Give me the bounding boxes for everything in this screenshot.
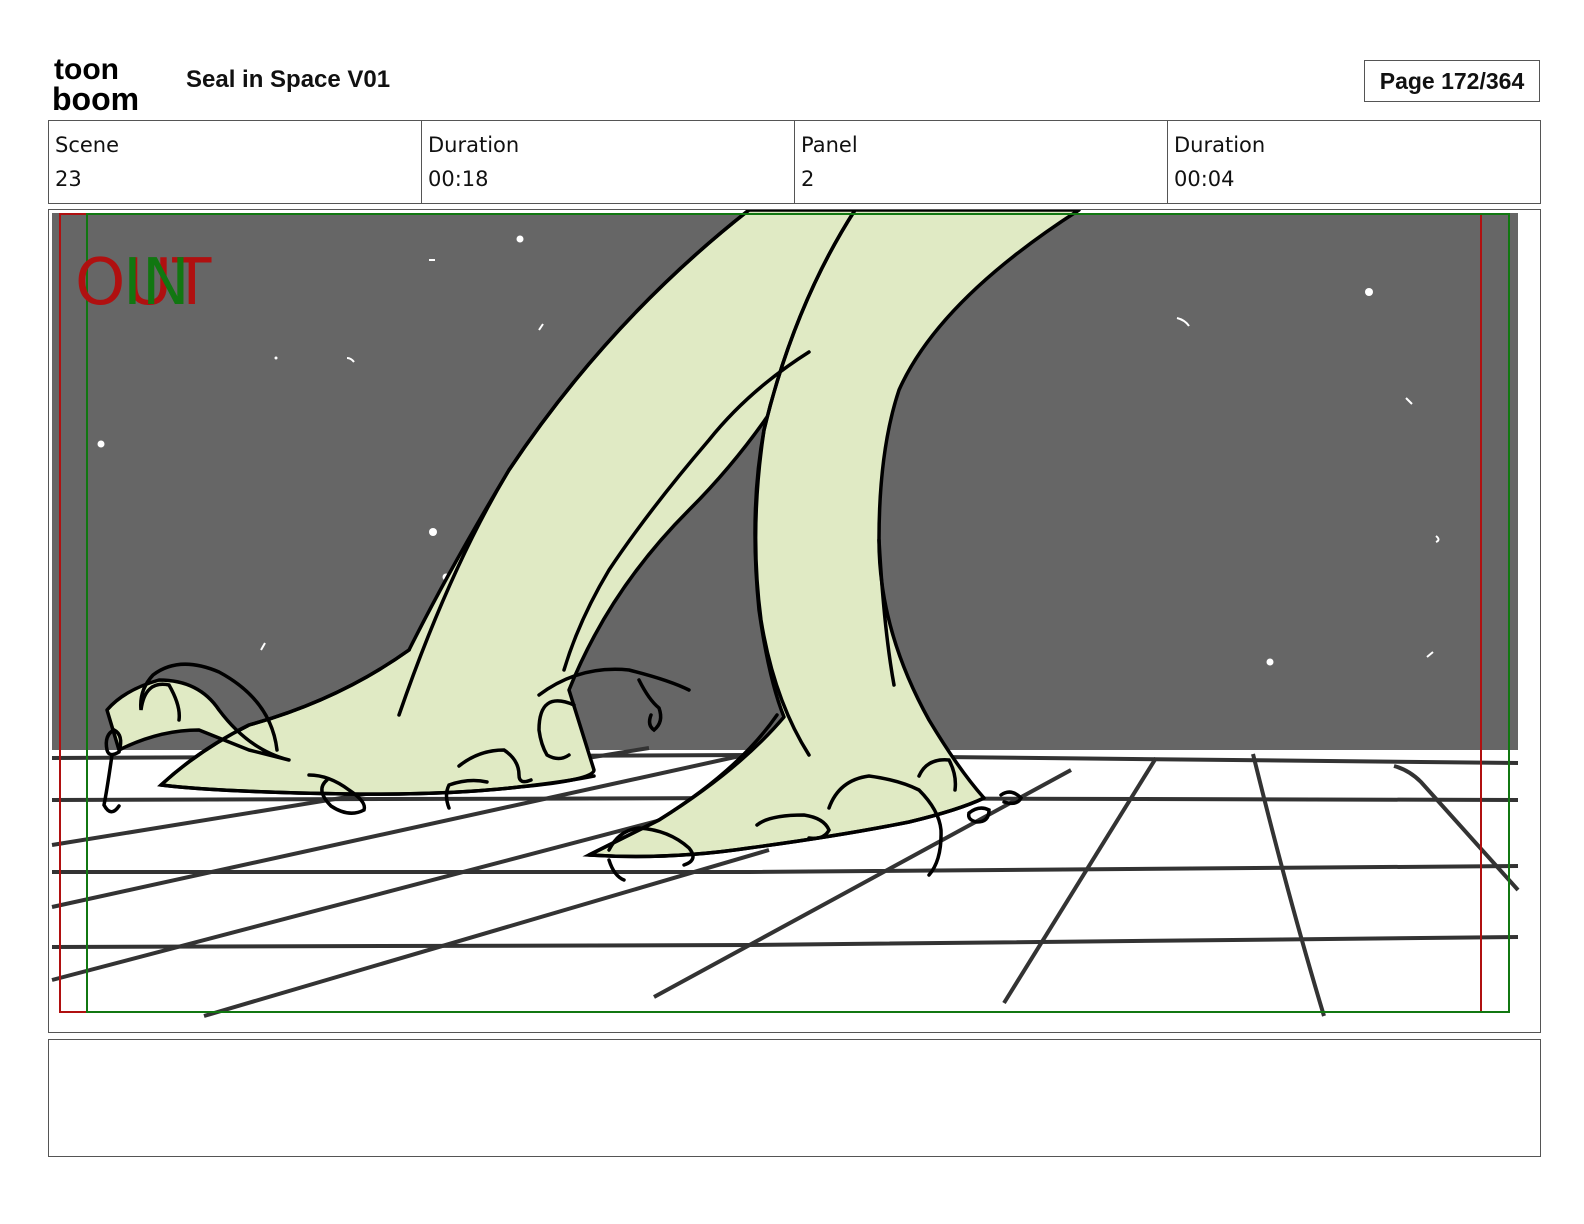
scene-duration-value: 00:18 xyxy=(428,167,489,191)
scene-value: 23 xyxy=(55,167,82,191)
panel-label: Panel xyxy=(801,133,858,157)
panel-duration-cell: Duration 00:04 xyxy=(1168,121,1540,203)
toon-boom-logo: toon boom xyxy=(52,52,164,117)
panel-duration-value: 00:04 xyxy=(1174,167,1235,191)
project-title: Seal in Space V01 xyxy=(186,66,391,93)
scene-info-table: Scene 23 Duration 00:18 Panel 2 Duration… xyxy=(48,120,1541,204)
scene-cell: Scene 23 xyxy=(49,121,422,203)
panel-duration-label: Duration xyxy=(1174,133,1266,157)
panel-notes-box xyxy=(48,1039,1541,1157)
scene-duration-label: Duration xyxy=(428,133,520,157)
in-marker: IN xyxy=(123,246,190,320)
page-indicator: Page 172/364 xyxy=(1364,60,1540,102)
panel-cell: Panel 2 xyxy=(795,121,1168,203)
panel-value: 2 xyxy=(801,167,815,191)
scene-label: Scene xyxy=(55,133,120,157)
storyboard-panel: OUT IN xyxy=(48,209,1541,1033)
logo-word-boom: boom xyxy=(52,81,139,112)
scene-duration-cell: Duration 00:18 xyxy=(422,121,795,203)
panel-drawing: OUT IN xyxy=(51,210,1520,1032)
